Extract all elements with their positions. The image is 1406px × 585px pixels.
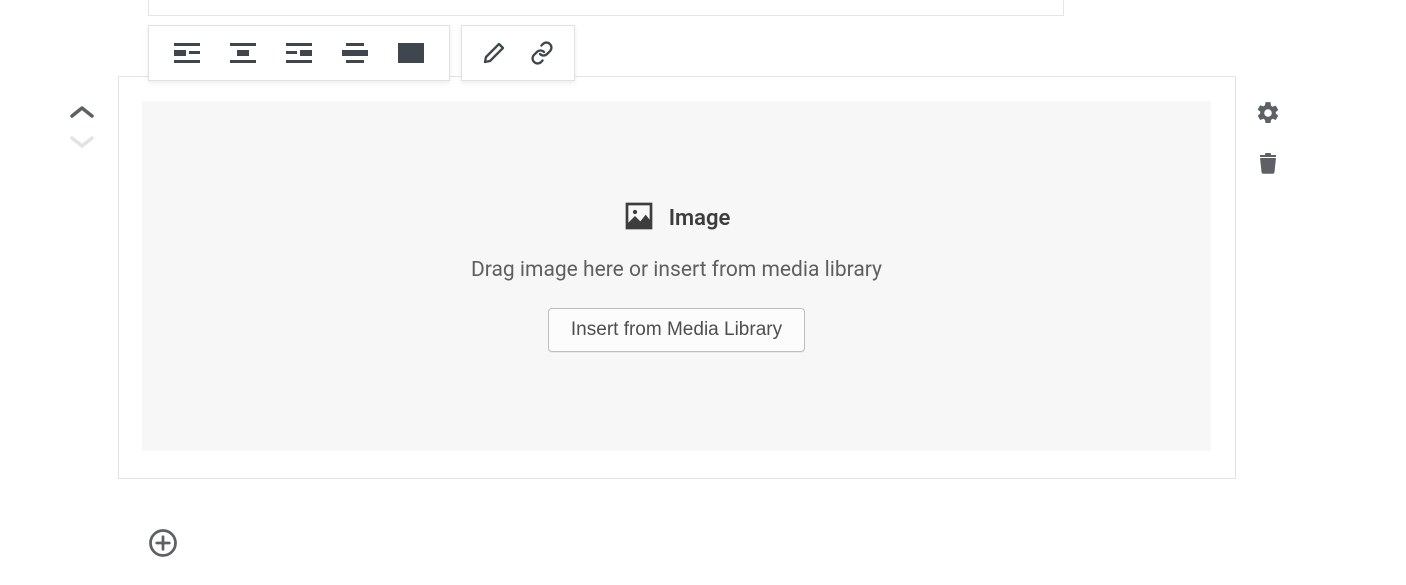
block-side-actions [1254, 100, 1282, 178]
trash-icon [1256, 151, 1280, 178]
align-wide-button[interactable] [327, 29, 383, 77]
placeholder-header: Image [623, 200, 731, 236]
align-left-button[interactable] [159, 29, 215, 77]
placeholder-title: Image [669, 206, 731, 231]
align-center-button[interactable] [215, 29, 271, 77]
move-up-button[interactable] [66, 101, 98, 125]
chevron-down-icon [69, 134, 95, 153]
add-block-button[interactable] [147, 528, 179, 560]
insert-media-library-button[interactable]: Insert from Media Library [548, 308, 805, 352]
align-full-icon [398, 43, 424, 63]
move-down-button[interactable] [66, 131, 98, 155]
chevron-up-icon [69, 104, 95, 123]
link-button[interactable] [518, 29, 566, 77]
image-icon [623, 200, 655, 236]
align-full-button[interactable] [383, 29, 439, 77]
align-center-icon [230, 43, 256, 63]
pencil-icon [482, 41, 506, 65]
gear-icon [1255, 100, 1281, 129]
edit-button[interactable] [470, 29, 518, 77]
link-icon [530, 41, 554, 65]
placeholder-description: Drag image here or insert from media lib… [471, 258, 882, 282]
remove-block-button[interactable] [1254, 150, 1282, 178]
align-wide-icon [342, 43, 368, 63]
align-right-icon [286, 43, 312, 63]
alignment-toolbar [148, 25, 450, 81]
block-settings-button[interactable] [1254, 100, 1282, 128]
align-left-icon [174, 43, 200, 63]
edit-link-toolbar [461, 25, 575, 81]
image-placeholder[interactable]: Image Drag image here or insert from med… [142, 101, 1211, 451]
block-mover [66, 101, 98, 155]
align-right-button[interactable] [271, 29, 327, 77]
preceding-block-fragment [148, 0, 1064, 16]
plus-circle-icon [148, 528, 178, 561]
